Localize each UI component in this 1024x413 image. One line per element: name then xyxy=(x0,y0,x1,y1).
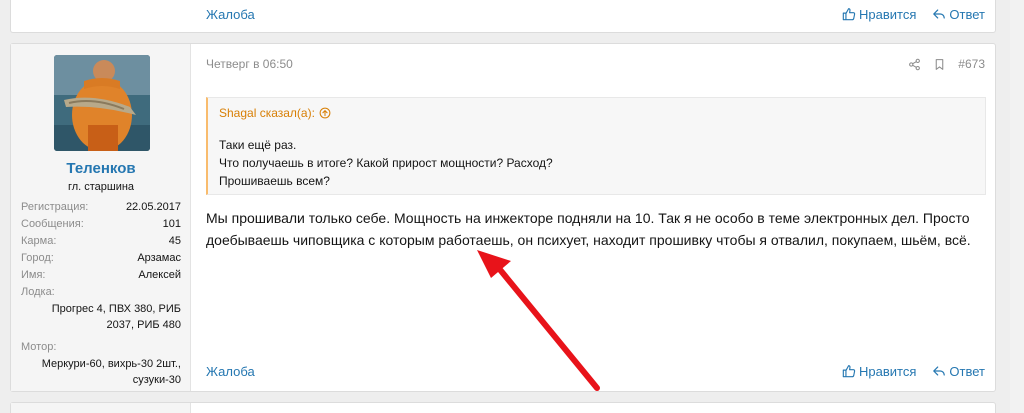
like-label: Нравится xyxy=(859,6,917,22)
stat-value: 22.05.2017 xyxy=(125,201,181,213)
like-label: Нравится xyxy=(859,363,917,379)
stat-motor-value: Меркури-60, вихрь-30 2шт., сузуки-30 xyxy=(41,358,181,386)
stat-boat-label: Лодка: xyxy=(21,286,55,298)
stat-city: Город: Арзамас xyxy=(21,250,181,267)
arrow-up-circle-icon xyxy=(319,107,331,119)
post-actions: Нравится Ответ xyxy=(842,364,985,379)
stat-key: Город: xyxy=(21,252,54,264)
user-info-panel: Теленков гл. старшина Регистрация: 22.05… xyxy=(11,44,191,391)
avatar[interactable] xyxy=(54,55,150,151)
share-icon[interactable] xyxy=(908,58,921,71)
post-actions: Нравится Ответ xyxy=(842,7,985,22)
post-footer: Жалоба Нравится Ответ xyxy=(206,360,985,382)
stat-key: Карма: xyxy=(21,235,57,247)
stat-registration: Регистрация: 22.05.2017 xyxy=(21,199,181,216)
reply-button[interactable]: Ответ xyxy=(932,364,985,379)
stat-key: Сообщения: xyxy=(21,218,84,230)
stat-karma: Карма: 45 xyxy=(21,233,181,250)
reply-icon xyxy=(933,366,946,376)
next-post-card xyxy=(10,402,996,413)
bookmark-icon[interactable] xyxy=(933,58,946,71)
stat-name: Имя: Алексей xyxy=(21,267,181,284)
post-main: Четверг в 06:50 #673 Shagal сказал(а): Т… xyxy=(206,44,986,391)
quote-line: Что получаешь в итоге? Какой прирост мощ… xyxy=(219,156,553,170)
stat-value: 101 xyxy=(162,218,181,230)
stat-value: Алексей xyxy=(138,269,181,281)
report-link[interactable]: Жалоба xyxy=(206,7,255,22)
quote-author[interactable]: Shagal сказал(а): xyxy=(219,106,331,120)
stat-boat-value: Прогрес 4, ПВХ 380, РИБ 2037, РИБ 480 xyxy=(51,303,181,331)
user-title: гл. старшина xyxy=(67,181,135,193)
stat-value: 45 xyxy=(168,235,181,247)
thumbs-up-icon xyxy=(842,8,856,21)
scrollbar-track[interactable] xyxy=(1010,0,1024,413)
quote-author-label: Shagal сказал(а): xyxy=(219,106,315,120)
post-message: Мы прошивали только себе. Мощность на ин… xyxy=(206,210,971,248)
previous-post-card: Жалоба Нравится Ответ xyxy=(10,0,996,33)
like-button[interactable]: Нравится xyxy=(842,364,916,379)
username[interactable]: Теленков xyxy=(11,160,191,177)
post-tools: #673 xyxy=(908,57,985,71)
post-timestamp[interactable]: Четверг в 06:50 xyxy=(206,57,293,71)
stat-key: Имя: xyxy=(21,269,46,281)
next-user-panel xyxy=(11,403,191,413)
quote-line: Прошиваешь всем? xyxy=(219,174,330,188)
reply-label: Ответ xyxy=(949,363,985,379)
stat-messages: Сообщения: 101 xyxy=(21,216,181,233)
post-header: Четверг в 06:50 #673 xyxy=(206,54,985,74)
stat-value: Арзамас xyxy=(137,252,181,264)
post-number[interactable]: #673 xyxy=(958,57,985,71)
stat-key: Регистрация: xyxy=(21,201,89,213)
reply-icon xyxy=(933,9,946,19)
previous-post-footer: Жалоба Нравится Ответ xyxy=(206,3,985,25)
like-button[interactable]: Нравится xyxy=(842,7,916,22)
reply-label: Ответ xyxy=(949,6,985,22)
post-card: Теленков гл. старшина Регистрация: 22.05… xyxy=(10,43,996,392)
user-stats: Регистрация: 22.05.2017 Сообщения: 101 К… xyxy=(21,199,181,388)
thumbs-up-icon xyxy=(842,365,856,378)
stat-motor-label: Мотор: xyxy=(21,341,57,353)
quote-block: Shagal сказал(а): Таки ещё раз. Что полу… xyxy=(206,97,986,195)
quote-body: Таки ещё раз. Что получаешь в итоге? Как… xyxy=(219,136,975,190)
quote-line: Таки ещё раз. xyxy=(219,138,297,152)
reply-button[interactable]: Ответ xyxy=(932,7,985,22)
report-link[interactable]: Жалоба xyxy=(206,364,255,379)
